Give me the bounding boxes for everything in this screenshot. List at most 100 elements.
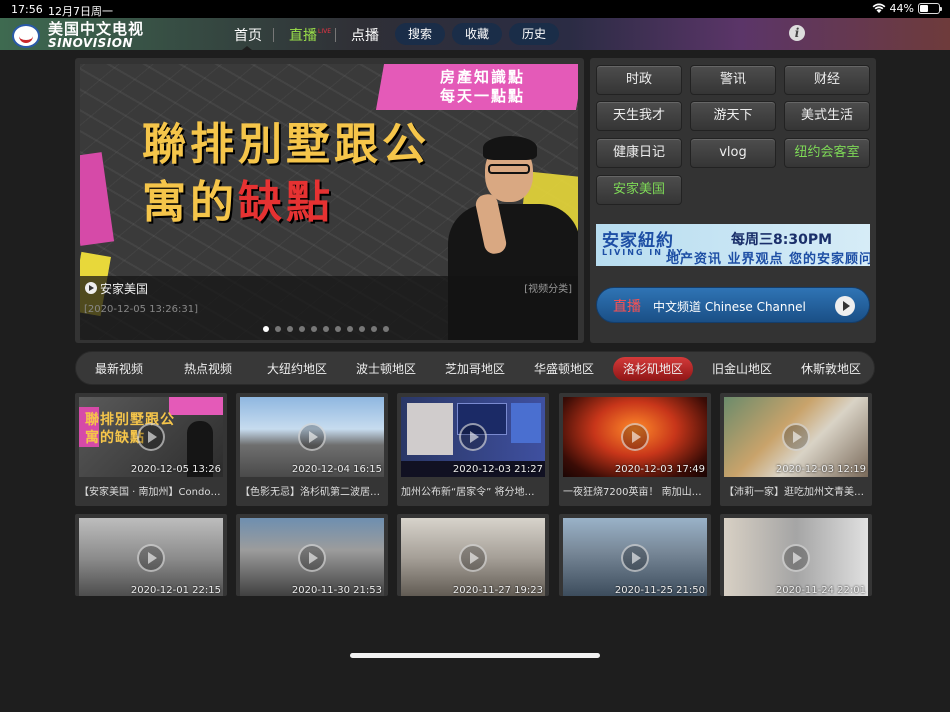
banner-title: 安家美国 [100,282,149,296]
video-title: 加州公布新“居家令” 将分地… [401,487,535,498]
video-date: 2020-11-24 22:01 [775,585,866,596]
carousel-dot[interactable] [275,326,281,332]
video-card[interactable]: 2020-12-03 21:27 加州公布新“居家令” 将分地… [397,393,549,506]
region-tab[interactable]: 洛杉矶地区 [613,357,693,381]
video-thumbnail[interactable]: 2020-12-04 16:15 [240,397,384,477]
region-tab[interactable]: 波士顿地区 [346,357,426,381]
category-button[interactable]: 警讯 [690,65,776,95]
video-date: 2020-12-03 17:49 [614,464,705,475]
category-button[interactable]: vlog [690,138,776,168]
region-tab[interactable]: 芝加哥地区 [435,357,515,381]
carousel-dot[interactable] [347,326,353,332]
info-icon[interactable]: i [789,25,805,41]
search-button[interactable]: 搜索 [395,23,445,45]
top-nav: 美国中文电视 SINOVISION 首页 直播LIVE 点播 搜索 收藏 历史 … [0,18,950,50]
region-tab[interactable]: 大纽约地区 [257,357,337,381]
video-card[interactable]: 2020-12-03 12:19 【沛莉一家】逛吃加州文青美… [720,393,872,506]
video-card[interactable]: 2020-11-24 22:01 [720,514,872,596]
region-tab[interactable]: 旧金山地区 [702,357,782,381]
category-button[interactable]: 游天下 [690,101,776,131]
category-button[interactable]: 天生我才 [596,101,682,131]
video-title: 一夜狂烧7200英亩！ 南加山… [563,487,702,498]
carousel-dot[interactable] [335,326,341,332]
banner-headline-line: 聯排別墅跟公 [142,119,430,170]
region-tab[interactable]: 热点视频 [168,357,248,381]
video-thumbnail[interactable]: 2020-12-01 22:15 [79,518,223,596]
banner-category: [视频分类] [524,284,572,295]
carousel-dot[interactable] [323,326,329,332]
carousel-dot[interactable] [311,326,317,332]
play-icon [459,544,487,572]
carousel-dot[interactable] [299,326,305,332]
banner-tagline: 房產知識點 每天一點點 [440,68,525,106]
play-circle-icon[interactable] [835,296,855,316]
nav-vod[interactable]: 点播 [351,25,379,45]
video-thumbnail[interactable]: 2020-12-03 21:27 [401,397,545,477]
play-icon [85,282,97,294]
video-thumbnail[interactable]: 2020-12-03 12:19 [724,397,868,477]
carousel-dot[interactable] [287,326,293,332]
nav-divider [273,28,274,42]
featured-banner[interactable]: 房產知識點 每天一點點 聯排別墅跟公 寓的缺點 安家美国 [视频分类] [202… [80,64,578,340]
banner-headline-text: 寓的 [142,177,238,228]
carousel-dot[interactable] [359,326,365,332]
play-icon [621,423,649,451]
video-card[interactable]: 2020-11-27 19:23 [397,514,549,596]
ad-banner[interactable]: 安家紐約 LIVING IN NY 每周三8:30PM 地产资讯 业界观点 您的安… [596,224,870,266]
region-tab[interactable]: 最新视频 [79,357,159,381]
banner-headline-line: 寓的缺點 [142,174,430,232]
carousel-dot[interactable] [371,326,377,332]
video-date: 2020-12-04 16:15 [291,464,382,475]
video-title: 【色影无忌】洛杉矶第二波居… [240,487,380,498]
carousel-dots[interactable] [263,326,389,332]
video-thumbnail[interactable]: 2020-11-30 21:53 [240,518,384,596]
play-icon [137,423,165,451]
video-date: 2020-11-30 21:53 [291,585,382,596]
category-button[interactable]: 纽约会客室 [784,138,870,168]
category-button[interactable]: 健康日记 [596,138,682,168]
nav-divider [335,28,336,42]
category-button[interactable]: 财经 [784,65,870,95]
play-icon [298,544,326,572]
play-icon [459,423,487,451]
video-card[interactable]: 2020-11-25 21:50 [559,514,711,596]
carousel-dot[interactable] [263,326,269,332]
video-card[interactable]: 2020-11-30 21:53 [236,514,388,596]
category-button[interactable]: 安家美国 [596,175,682,205]
region-tab[interactable]: 休斯敦地区 [791,357,871,381]
video-date: 2020-11-25 21:50 [614,585,705,596]
video-date: 2020-12-01 22:15 [130,585,221,596]
video-card[interactable]: 2020-12-03 17:49 一夜狂烧7200英亩！ 南加山… [559,393,711,506]
sinovision-logo[interactable]: 美国中文电视 SINOVISION [12,22,144,49]
video-thumbnail[interactable]: 2020-11-27 19:23 [401,518,545,596]
carousel-dot[interactable] [383,326,389,332]
video-card[interactable]: 2020-12-01 22:15 [75,514,227,596]
logo-cn-text: 美国中文电视 [48,20,145,38]
category-button[interactable]: 时政 [596,65,682,95]
video-card[interactable]: 2020-12-04 16:15 【色影无忌】洛杉矶第二波居… [236,393,388,506]
status-time: 17:56 [11,3,43,16]
live-label: 直播 [613,299,641,315]
video-card[interactable]: 聯排別墅跟公 寓的缺點 2020-12-05 13:26 【安家美国 · 南加州】Co… [75,393,227,506]
video-thumbnail[interactable]: 2020-11-25 21:50 [563,518,707,596]
thumbnail-text: 聯排別墅跟公 [85,412,175,428]
wifi-icon [872,3,886,14]
live-channel-bar[interactable]: 直播 中文频道 Chinese Channel [596,287,870,323]
home-indicator[interactable] [350,653,600,658]
region-tab[interactable]: 华盛顿地区 [524,357,604,381]
favorites-button[interactable]: 收藏 [452,23,502,45]
play-icon [782,544,810,572]
nav-home[interactable]: 首页 [234,25,262,45]
battery-percent: 44% [889,2,914,15]
ad-schedule: 每周三8:30PM [731,232,833,248]
play-icon [621,544,649,572]
video-thumbnail[interactable]: 2020-11-24 22:01 [724,518,868,596]
history-button[interactable]: 历史 [509,23,559,45]
status-date: 12月7日周一 [48,5,113,18]
play-icon [298,423,326,451]
banner-date: [2020-12-05 13:26:31] [84,304,199,315]
category-button[interactable]: 美式生活 [784,101,870,131]
video-thumbnail[interactable]: 2020-12-03 17:49 [563,397,707,477]
nav-live[interactable]: 直播LIVE [289,25,331,45]
video-thumbnail[interactable]: 聯排別墅跟公 寓的缺點 2020-12-05 13:26 [79,397,223,477]
